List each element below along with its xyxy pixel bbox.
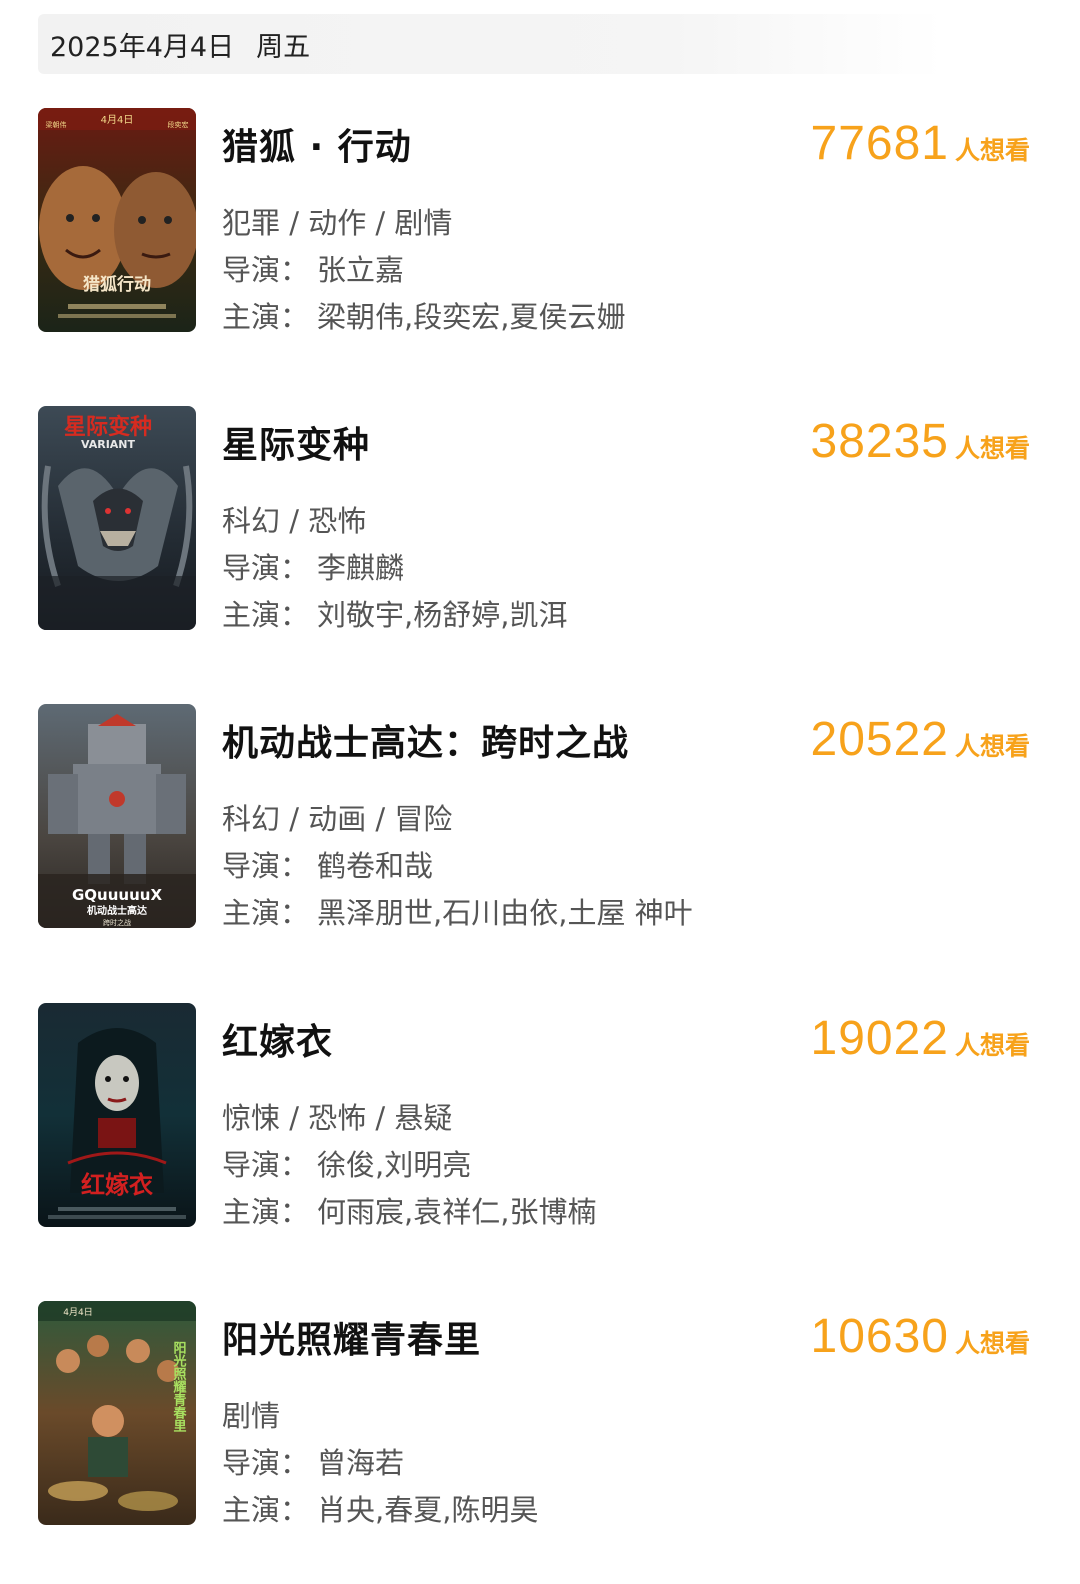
movie-title[interactable]: 机动战士高达：跨时之战 [222, 714, 629, 766]
movie-poster[interactable]: 4月4日 梁朝伟 段奕宏 猎狐行动 [38, 108, 196, 332]
want-suffix: 人想看 [954, 434, 1030, 463]
movie-poster[interactable]: 4月4日 阳光照耀青春里 [38, 1301, 196, 1525]
want-to-see: 38235 人想看 [811, 414, 1031, 469]
want-count: 20522 [810, 713, 949, 766]
movie-cast: 主演： 肖央,春夏,陈明昊 [222, 1487, 538, 1529]
director-label: 导演： [222, 1446, 310, 1480]
movie-genres: 犯罪 / 动作 / 剧情 [222, 206, 453, 240]
movie-poster[interactable]: 星际变种 VARIANT [38, 406, 196, 630]
movie-genres: 剧情 [222, 1399, 281, 1433]
cast-value: 黑泽朋世,石川由依,土屋 神叶 [317, 896, 693, 930]
movie-item[interactable]: 星际变种 VARIANT 星际变种 38235 人想看 科幻 / 恐怖 导演：李… [0, 406, 1080, 632]
movie-director: 导演： 鹤卷和哉 [222, 843, 433, 885]
movie-poster[interactable]: 红嫁衣 [38, 1003, 196, 1227]
movie-item[interactable]: 4月4日 阳光照耀青春里 阳光照耀青春里 10630 人想看 剧情 导演： 曾海若… [0, 1301, 1080, 1527]
movie-title[interactable]: 红嫁衣 [222, 1013, 333, 1065]
movie-cast: 主演： 梁朝伟,段奕宏,夏侯云姗 [222, 294, 625, 336]
poster-actor-right: 段奕宏 [168, 120, 189, 129]
director-value: 鹤卷和哉 [317, 849, 434, 883]
movie-genres: 科幻 / 动画 / 冒险 [222, 802, 453, 836]
cast-label: 主演： [222, 896, 310, 930]
want-to-see: 10630 人想看 [811, 1309, 1031, 1364]
cast-value: 何雨宸,袁祥仁,张博楠 [317, 1195, 597, 1229]
want-suffix: 人想看 [954, 1031, 1030, 1060]
cast-label: 主演： [222, 300, 310, 334]
director-value: 张立嘉 [317, 253, 405, 287]
cast-label: 主演： [222, 1493, 310, 1527]
want-to-see: 20522 人想看 [811, 712, 1031, 767]
poster-image-gundam: GQuuuuuX 机动战士高达 跨时之战 [38, 704, 196, 928]
movie-genres: 惊悚 / 恐怖 / 悬疑 [222, 1101, 453, 1135]
movie-director: 导演： 徐俊,刘明亮 [222, 1142, 471, 1184]
poster-title-text: 阳光照耀青春里 [171, 1341, 188, 1433]
poster-title-text: 猎狐行动 [83, 274, 151, 295]
want-suffix: 人想看 [954, 1329, 1030, 1358]
movie-list: 4月4日 梁朝伟 段奕宏 猎狐行动 猎狐 · 行动 77681 人想看 犯罪 /… [0, 0, 1080, 1584]
poster-subtitle-text: VARIANT [81, 438, 136, 451]
movie-poster[interactable]: GQuuuuuX 机动战士高达 跨时之战 [38, 704, 196, 928]
movie-item[interactable]: 红嫁衣 红嫁衣 19022 人想看 惊悚 / 恐怖 / 悬疑 导演： 徐俊,刘明亮… [0, 1003, 1080, 1229]
director-value: 李麒麟 [317, 551, 405, 585]
want-count: 10630 [810, 1310, 949, 1363]
poster-date-text: 4月4日 [63, 1307, 92, 1318]
want-to-see: 77681 人想看 [811, 116, 1031, 171]
want-count: 77681 [810, 117, 949, 170]
movie-item[interactable]: GQuuuuuX 机动战士高达 跨时之战 机动战士高达：跨时之战 20522 人… [0, 704, 1080, 930]
want-count: 38235 [810, 415, 949, 468]
movie-director: 导演： 曾海若 [222, 1440, 404, 1482]
poster-title-text: 星际变种 [64, 414, 152, 440]
cast-value: 肖央,春夏,陈明昊 [317, 1493, 539, 1527]
poster-title-text: 机动战士高达 [87, 904, 147, 917]
poster-image-hongjiayi: 红嫁衣 [38, 1003, 196, 1227]
movie-cast: 主演： 刘敬宇,杨舒婷,凯洱 [222, 592, 567, 634]
movie-title[interactable]: 星际变种 [222, 416, 370, 468]
want-to-see: 19022 人想看 [811, 1011, 1031, 1066]
director-label: 导演： [222, 253, 310, 287]
cast-label: 主演： [222, 598, 310, 632]
poster-logo-text: GQuuuuuX [72, 886, 162, 904]
cast-label: 主演： [222, 1195, 310, 1229]
poster-image-yangguang: 4月4日 阳光照耀青春里 [38, 1301, 196, 1525]
movie-cast: 主演： 黑泽朋世,石川由依,土屋 神叶 [222, 890, 693, 932]
want-count: 19022 [810, 1012, 949, 1065]
movie-item[interactable]: 4月4日 梁朝伟 段奕宏 猎狐行动 猎狐 · 行动 77681 人想看 犯罪 /… [0, 108, 1080, 334]
director-label: 导演： [222, 1148, 310, 1182]
movie-director: 导演： 张立嘉 [222, 247, 404, 289]
cast-value: 梁朝伟,段奕宏,夏侯云姗 [317, 300, 626, 334]
want-suffix: 人想看 [954, 136, 1030, 165]
poster-actor-left: 梁朝伟 [46, 120, 67, 129]
movie-title[interactable]: 阳光照耀青春里 [222, 1311, 481, 1363]
movie-genres: 科幻 / 恐怖 [222, 504, 367, 538]
poster-image-xingjibianzhong: 星际变种 VARIANT [38, 406, 196, 630]
movie-cast: 主演： 何雨宸,袁祥仁,张博楠 [222, 1189, 596, 1231]
director-value: 徐俊,刘明亮 [317, 1148, 472, 1182]
poster-date-text: 4月4日 [101, 114, 134, 126]
cast-value: 刘敬宇,杨舒婷,凯洱 [317, 598, 568, 632]
poster-title-text: 红嫁衣 [81, 1171, 153, 1199]
director-value: 曾海若 [317, 1446, 405, 1480]
poster-subtitle-text: 跨时之战 [103, 918, 131, 927]
poster-image-liehu: 4月4日 梁朝伟 段奕宏 猎狐行动 [38, 108, 196, 332]
director-label: 导演： [222, 849, 310, 883]
movie-director: 导演： 李麒麟 [222, 545, 404, 587]
movie-title[interactable]: 猎狐 · 行动 [222, 118, 412, 170]
want-suffix: 人想看 [954, 732, 1030, 761]
director-label: 导演： [222, 551, 310, 585]
